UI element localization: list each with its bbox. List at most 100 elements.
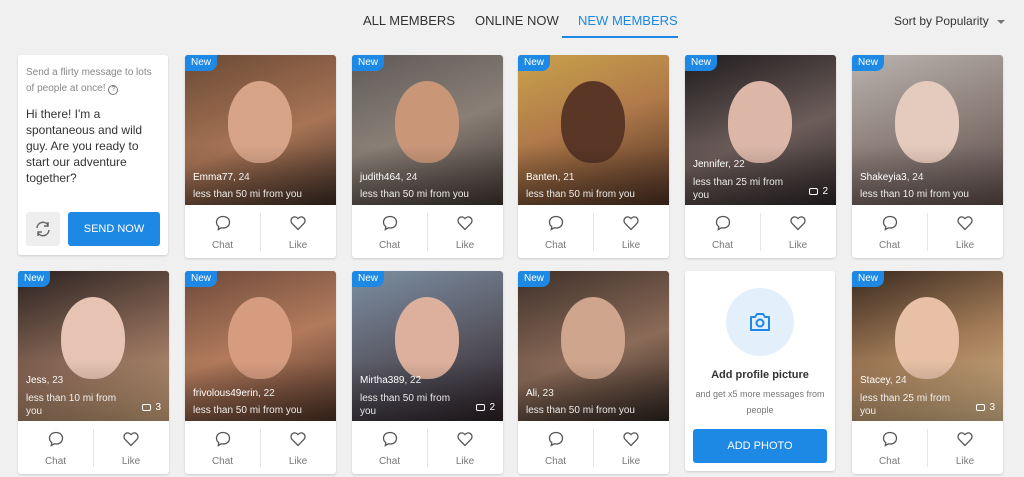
tab-new-members[interactable]: NEW MEMBERS	[578, 13, 678, 28]
like-label: Like	[621, 240, 641, 251]
member-card[interactable]: New Mirtha389, 22 less than 50 mi from y…	[352, 271, 503, 474]
chat-button[interactable]: Chat	[185, 205, 260, 258]
heart-icon	[623, 216, 639, 231]
tab-online-now[interactable]: ONLINE NOW	[475, 13, 559, 28]
chat-bubble-icon	[548, 431, 563, 447]
photo-count: 2	[476, 402, 495, 413]
heart-icon	[623, 432, 639, 447]
member-distance: less than 25 mi from you	[860, 393, 951, 417]
member-name: Jess, 23	[26, 375, 63, 386]
chat-label: Chat	[211, 456, 234, 467]
member-card[interactable]: New frivolous49erin, 22 less than 50 mi …	[185, 271, 336, 474]
like-button[interactable]: Like	[927, 429, 1002, 467]
chat-label: Chat	[378, 456, 401, 467]
member-card[interactable]: New Jennifer, 22 less than 25 mi from yo…	[685, 55, 836, 258]
chat-button[interactable]: Chat	[352, 205, 427, 258]
like-button[interactable]: Like	[427, 213, 502, 251]
flirty-message-card: Send a flirty message to lots of people …	[18, 55, 168, 255]
like-button[interactable]: Like	[593, 213, 668, 251]
chat-button[interactable]: Chat	[185, 421, 260, 474]
chat-bubble-icon	[215, 431, 230, 447]
chat-button[interactable]: Chat	[852, 205, 927, 258]
member-card[interactable]: New Banten, 21 less than 50 mi from you …	[518, 55, 669, 258]
member-name-text: judith464	[360, 172, 401, 183]
photo-count-value: 2	[489, 402, 495, 413]
like-label: Like	[455, 456, 475, 467]
add-photo-button[interactable]: ADD PHOTO	[693, 429, 827, 463]
like-label: Like	[288, 456, 308, 467]
chat-button[interactable]: Chat	[18, 421, 93, 474]
like-button[interactable]: Like	[927, 213, 1002, 251]
like-label: Like	[955, 240, 975, 251]
chat-button[interactable]: Chat	[518, 205, 593, 258]
new-badge: New	[518, 271, 551, 287]
heart-icon	[457, 216, 473, 231]
add-profile-picture-card: Add profile picture and get x5 more mess…	[685, 271, 835, 471]
member-name-text: Ali	[526, 388, 538, 399]
card-actions: Chat Like	[852, 205, 1003, 258]
card-actions: Chat Like	[518, 421, 669, 474]
member-card[interactable]: New Stacey, 24 less than 25 mi from you …	[852, 271, 1003, 474]
chat-button[interactable]: Chat	[352, 421, 427, 474]
like-button[interactable]: Like	[593, 429, 668, 467]
like-label: Like	[288, 240, 308, 251]
active-tab-indicator	[562, 36, 678, 38]
member-card[interactable]: New Ali, 23 less than 50 mi from you Cha…	[518, 271, 669, 474]
member-card[interactable]: New Emma77, 24 less than 50 mi from you …	[185, 55, 336, 258]
chat-button[interactable]: Chat	[685, 205, 760, 258]
add-photo-circle[interactable]	[726, 288, 794, 356]
photo-count: 2	[809, 186, 828, 197]
card-actions: Chat Like	[852, 421, 1003, 474]
member-name: Mirtha389, 22	[360, 375, 421, 386]
help-icon[interactable]: ?	[108, 85, 119, 95]
refresh-message-button[interactable]	[26, 212, 60, 246]
chat-button[interactable]: Chat	[852, 421, 927, 474]
member-name-text: Shakeyia3	[860, 172, 907, 183]
member-card[interactable]: New judith464, 24 less than 50 mi from y…	[352, 55, 503, 258]
member-name: judith464, 24	[360, 172, 417, 183]
card-actions: Chat Like	[18, 421, 169, 474]
camera-icon	[750, 313, 770, 331]
photo-count-value: 2	[822, 186, 828, 197]
chat-bubble-icon	[882, 215, 897, 231]
heart-icon	[457, 432, 473, 447]
chat-label: Chat	[44, 456, 67, 467]
chat-label: Chat	[211, 240, 234, 251]
message-hint: Send a flirty message to lots of people …	[26, 65, 162, 97]
member-name-text: frivolous49erin	[193, 388, 259, 399]
member-card[interactable]: New Jess, 23 less than 10 mi from you 3 …	[18, 271, 169, 474]
like-label: Like	[955, 456, 975, 467]
member-age: , 24	[889, 375, 907, 386]
sort-dropdown[interactable]: Sort by Popularity	[894, 14, 1005, 28]
member-name-text: Mirtha389	[360, 375, 405, 386]
like-button[interactable]: Like	[427, 429, 502, 467]
new-badge: New	[18, 271, 51, 287]
heart-icon	[290, 216, 306, 231]
like-label: Like	[788, 240, 808, 251]
like-label: Like	[455, 240, 475, 251]
tab-all-members[interactable]: ALL MEMBERS	[363, 13, 455, 28]
new-badge: New	[518, 55, 551, 71]
chat-label: Chat	[544, 456, 567, 467]
like-button[interactable]: Like	[260, 213, 335, 251]
sort-label: Sort by Popularity	[894, 14, 989, 28]
member-name-text: Banten	[526, 172, 558, 183]
chat-bubble-icon	[715, 215, 730, 231]
member-name: Emma77, 24	[193, 172, 250, 183]
send-now-button[interactable]: SEND NOW	[68, 212, 160, 246]
like-button[interactable]: Like	[260, 429, 335, 467]
chat-bubble-icon	[382, 215, 397, 231]
member-name: Shakeyia3, 24	[860, 172, 923, 183]
member-card[interactable]: New Shakeyia3, 24 less than 10 mi from y…	[852, 55, 1003, 258]
like-button[interactable]: Like	[760, 213, 835, 251]
card-actions: Chat Like	[185, 421, 336, 474]
message-hint-text: Send a flirty message to lots of people …	[26, 67, 152, 94]
heart-icon	[957, 432, 973, 447]
chat-label: Chat	[544, 240, 567, 251]
new-badge: New	[852, 271, 885, 287]
like-button[interactable]: Like	[93, 429, 168, 467]
new-badge: New	[352, 55, 385, 71]
member-age: , 22	[404, 375, 422, 386]
heart-icon	[790, 216, 806, 231]
chat-button[interactable]: Chat	[518, 421, 593, 474]
